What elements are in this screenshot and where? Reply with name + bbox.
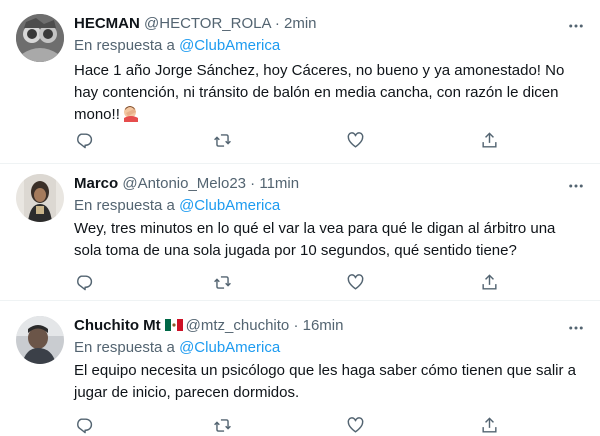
tweet-3[interactable]: Chuchito Mt @mtz_chuchito · 16min En resp… bbox=[0, 301, 600, 436]
retweet-button[interactable] bbox=[213, 273, 233, 293]
retweet-icon bbox=[214, 419, 231, 432]
reply-button[interactable] bbox=[74, 416, 94, 436]
avatar[interactable] bbox=[16, 14, 64, 62]
like-button[interactable] bbox=[346, 273, 366, 293]
share-icon bbox=[482, 132, 497, 148]
user-handle[interactable]: @mtz_chuchito bbox=[186, 317, 290, 334]
tweet-1[interactable]: HECMAN @HECTOR_ROLA · 2min En respuesta … bbox=[0, 0, 600, 164]
avatar-image bbox=[16, 174, 64, 222]
tweet-text: Wey, tres minutos en lo qué el var la ve… bbox=[74, 220, 556, 259]
like-button[interactable] bbox=[346, 416, 366, 436]
tweet-header: Chuchito Mt @mtz_chuchito · 16min bbox=[74, 316, 584, 336]
more-icon bbox=[569, 184, 583, 188]
more-options-button[interactable] bbox=[566, 16, 586, 36]
timestamp[interactable]: 11min bbox=[259, 175, 299, 192]
retweet-icon bbox=[214, 276, 231, 289]
tweet-text-content: Hace 1 año Jorge Sánchez, hoy Cáceres, n… bbox=[74, 62, 565, 123]
share-button[interactable] bbox=[480, 416, 500, 436]
tweet-header: HECMAN @HECTOR_ROLA · 2min bbox=[74, 14, 584, 34]
retweet-button[interactable] bbox=[213, 131, 233, 151]
tweet-actions bbox=[74, 131, 514, 151]
mexico-flag-icon bbox=[164, 319, 183, 331]
like-icon bbox=[347, 132, 364, 148]
more-icon bbox=[569, 24, 583, 28]
more-icon bbox=[569, 326, 583, 330]
timestamp[interactable]: 16min bbox=[303, 317, 344, 334]
reply-to-link[interactable]: @ClubAmerica bbox=[179, 339, 280, 356]
like-icon bbox=[347, 274, 364, 290]
tweet-actions bbox=[74, 273, 514, 293]
tweet-text: El equipo necesita un psicólogo que les … bbox=[74, 362, 577, 401]
display-name[interactable]: Chuchito Mt bbox=[74, 317, 161, 334]
avatar[interactable] bbox=[16, 316, 64, 364]
tweet-header: Marco @Antonio_Melo23 · 11min bbox=[74, 174, 584, 194]
tweet-2[interactable]: Marco @Antonio_Melo23 · 11min En respues… bbox=[0, 164, 600, 301]
reply-context: En respuesta a @ClubAmerica bbox=[74, 196, 584, 216]
tweet-actions bbox=[74, 416, 514, 436]
like-icon bbox=[347, 417, 364, 433]
timestamp[interactable]: 2min bbox=[284, 15, 317, 32]
facepalm-emoji-icon bbox=[122, 104, 140, 122]
share-icon bbox=[482, 274, 497, 290]
reply-icon bbox=[77, 133, 93, 149]
retweet-icon bbox=[214, 134, 231, 147]
reply-prefix: En respuesta a bbox=[74, 339, 175, 356]
user-handle[interactable]: @Antonio_Melo23 bbox=[122, 175, 246, 192]
reply-button[interactable] bbox=[74, 131, 94, 151]
tweet-text: Hace 1 año Jorge Sánchez, hoy Cáceres, n… bbox=[74, 60, 584, 126]
reply-button[interactable] bbox=[74, 273, 94, 293]
display-name[interactable]: Marco bbox=[74, 175, 118, 192]
more-options-button[interactable] bbox=[566, 318, 586, 338]
share-button[interactable] bbox=[480, 131, 500, 151]
separator-dot: · bbox=[293, 317, 299, 334]
like-button[interactable] bbox=[346, 131, 366, 151]
retweet-button[interactable] bbox=[213, 416, 233, 436]
separator-dot: · bbox=[274, 15, 280, 32]
share-icon bbox=[482, 417, 497, 433]
reply-to-link[interactable]: @ClubAmerica bbox=[179, 37, 280, 54]
user-handle[interactable]: @HECTOR_ROLA bbox=[144, 15, 271, 32]
reply-prefix: En respuesta a bbox=[74, 197, 175, 214]
reply-icon bbox=[77, 275, 93, 291]
reply-context: En respuesta a @ClubAmerica bbox=[74, 338, 584, 358]
reply-to-link[interactable]: @ClubAmerica bbox=[179, 197, 280, 214]
reply-icon bbox=[77, 418, 93, 434]
avatar-image bbox=[16, 14, 64, 62]
reply-prefix: En respuesta a bbox=[74, 37, 175, 54]
separator-dot: · bbox=[250, 175, 256, 192]
reply-context: En respuesta a @ClubAmerica bbox=[74, 36, 584, 56]
display-name[interactable]: HECMAN bbox=[74, 15, 140, 32]
avatar-image bbox=[16, 316, 64, 364]
share-button[interactable] bbox=[480, 273, 500, 293]
avatar[interactable] bbox=[16, 174, 64, 222]
more-options-button[interactable] bbox=[566, 176, 586, 196]
